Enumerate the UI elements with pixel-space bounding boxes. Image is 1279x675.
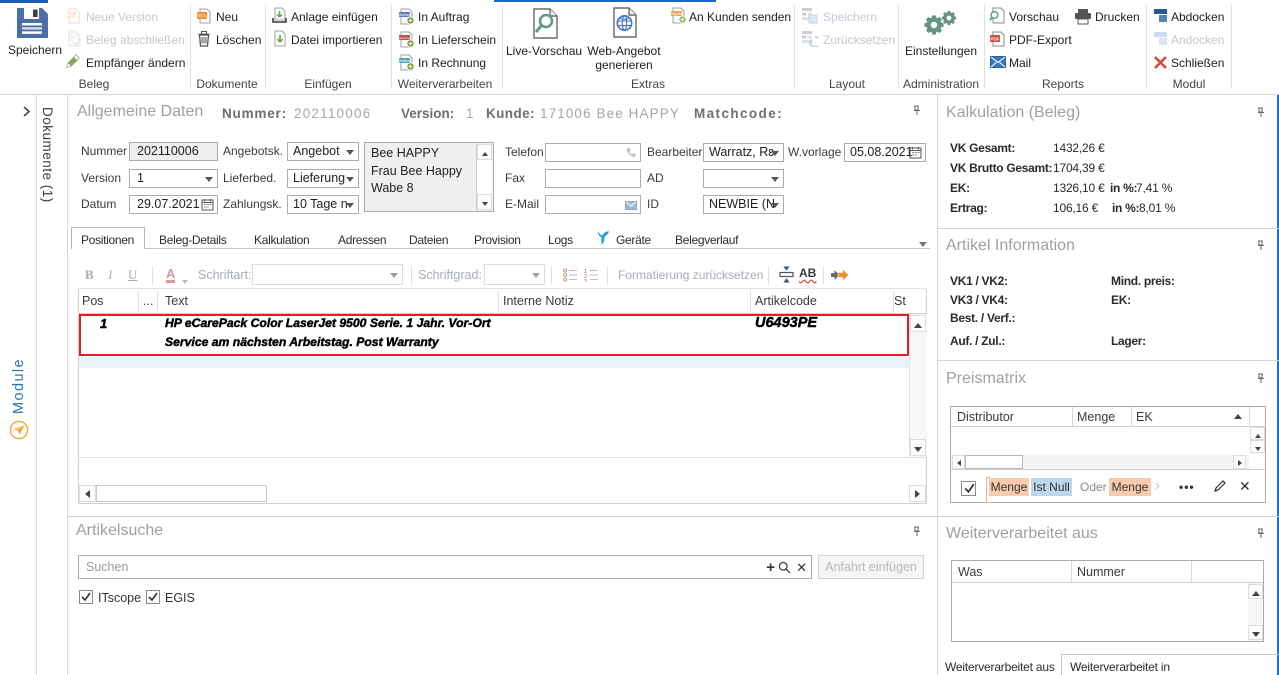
svg-text:Auftrag: Auftrag <box>399 13 411 17</box>
svg-text:Lieferschein: Lieferschein <box>398 36 413 40</box>
svg-text:Rechnung: Rechnung <box>398 59 412 63</box>
svg-text:NEU: NEU <box>66 13 77 19</box>
svg-text:PDF: PDF <box>990 37 999 42</box>
svg-text:Angebot: Angebot <box>671 12 683 16</box>
svg-text:3: 3 <box>584 279 587 282</box>
svg-text:NEU: NEU <box>196 14 208 20</box>
